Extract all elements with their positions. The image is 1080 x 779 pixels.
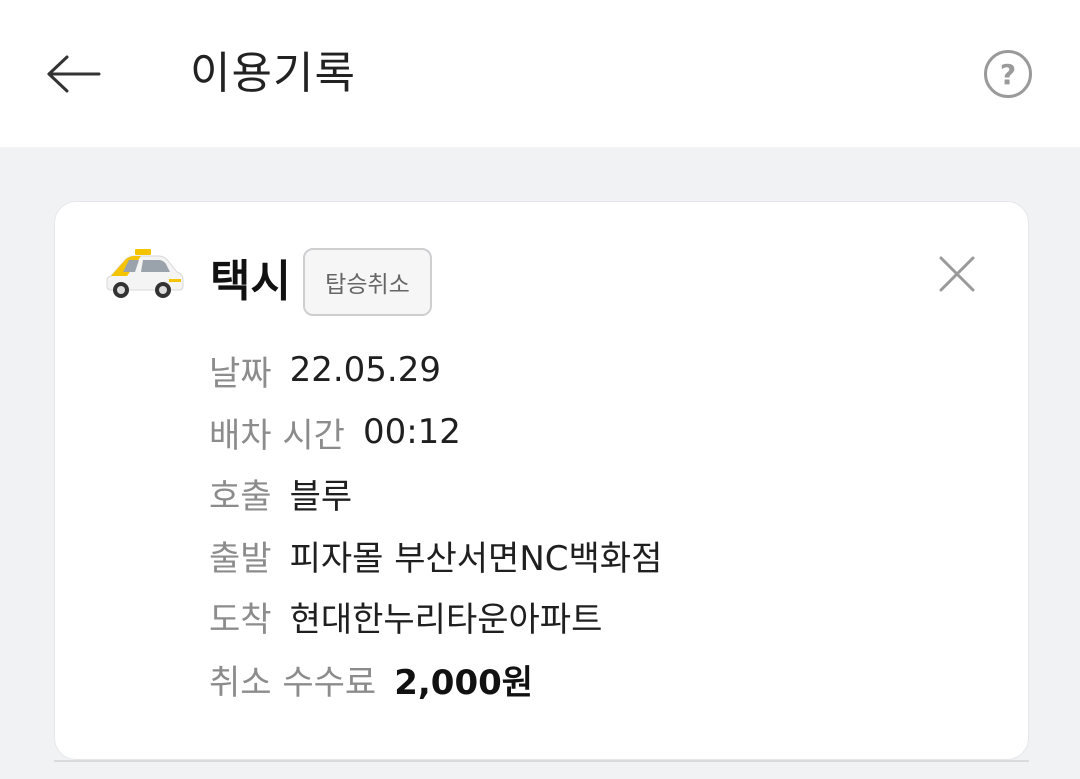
app-header: 이용기록 ? xyxy=(0,0,1080,147)
cancel-fee-label: 취소 수수료 xyxy=(209,662,377,703)
close-icon xyxy=(939,256,975,292)
cancel-fee-value: 2,000원 xyxy=(394,662,534,703)
service-name: 택시 xyxy=(210,256,291,307)
departure-row: 출발 피자몰 부산서면NC백화점 xyxy=(209,530,662,580)
arrival-value: 현대한누리타운아파트 xyxy=(289,599,603,640)
back-button[interactable] xyxy=(40,44,106,104)
cancel-fee-row: 취소 수수료 2,000원 xyxy=(209,654,533,704)
call-type-value: 블루 xyxy=(289,476,353,517)
call-type-label: 호출 xyxy=(209,476,272,517)
date-label: 날짜 xyxy=(209,353,272,394)
dispatch-time-row: 배차 시간 00:12 xyxy=(209,407,461,457)
help-button[interactable]: ? xyxy=(984,50,1032,98)
usage-record-card[interactable]: 택시 탑승취소 날짜 22.05.29 배차 시간 00:12 호출 블루 출발… xyxy=(54,201,1029,760)
question-circle-icon: ? xyxy=(999,57,1017,91)
card-divider xyxy=(54,760,1029,762)
date-value: 22.05.29 xyxy=(289,350,441,390)
taxi-icon xyxy=(106,249,184,298)
departure-value: 피자몰 부산서면NC백화점 xyxy=(289,538,663,579)
dispatch-time-value: 00:12 xyxy=(362,412,461,452)
arrival-label: 도착 xyxy=(209,599,272,640)
departure-label: 출발 xyxy=(209,538,272,579)
arrow-left-icon xyxy=(47,55,101,93)
page-title: 이용기록 xyxy=(190,48,356,99)
date-row: 날짜 22.05.29 xyxy=(209,345,441,395)
arrival-row: 도착 현대한누리타운아파트 xyxy=(209,591,602,641)
status-badge: 탑승취소 xyxy=(303,248,432,316)
close-button[interactable] xyxy=(935,252,979,296)
dispatch-time-label: 배차 시간 xyxy=(209,415,345,456)
call-type-row: 호출 블루 xyxy=(209,468,352,518)
